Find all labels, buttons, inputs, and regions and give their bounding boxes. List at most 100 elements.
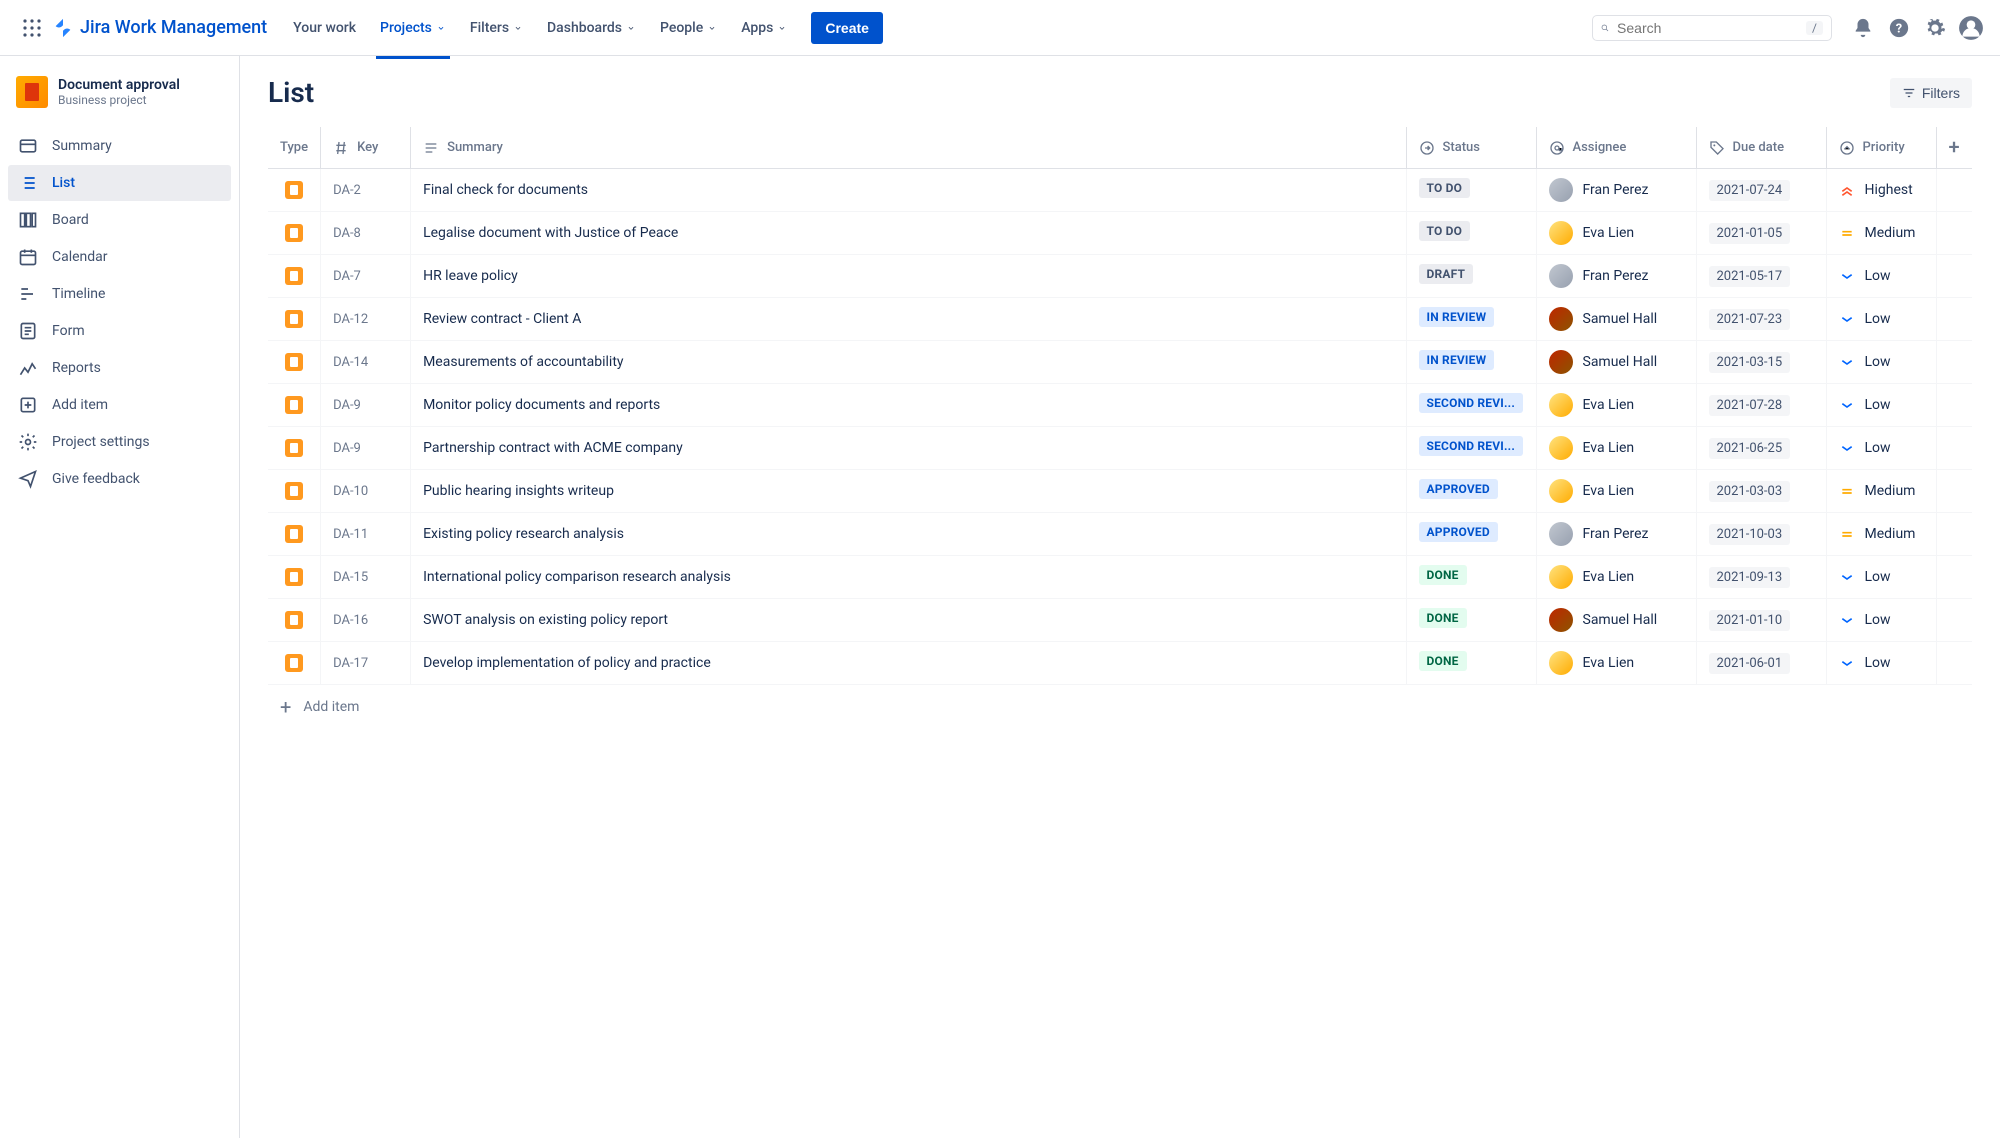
cell-type[interactable] (268, 341, 321, 384)
cell-type[interactable] (268, 169, 321, 212)
cell-due-date[interactable]: 2021-01-05 (1696, 212, 1826, 255)
cell-key[interactable]: DA-8 (321, 212, 411, 255)
cell-type[interactable] (268, 470, 321, 513)
sidebar-item-board[interactable]: Board (8, 202, 231, 238)
cell-priority[interactable]: Low (1826, 341, 1936, 384)
cell-assignee[interactable]: Samuel Hall (1536, 599, 1696, 642)
cell-key[interactable]: DA-2 (321, 169, 411, 212)
cell-due-date[interactable]: 2021-07-23 (1696, 298, 1826, 341)
cell-status[interactable]: SECOND REVI... (1406, 427, 1536, 470)
cell-key[interactable]: DA-10 (321, 470, 411, 513)
cell-summary[interactable]: Legalise document with Justice of Peace (411, 212, 1406, 255)
cell-priority[interactable]: Highest (1826, 169, 1936, 212)
table-row[interactable]: DA-14 Measurements of accountability IN … (268, 341, 1972, 384)
cell-key[interactable]: DA-7 (321, 255, 411, 298)
cell-assignee[interactable]: Samuel Hall (1536, 341, 1696, 384)
cell-summary[interactable]: Review contract - Client A (411, 298, 1406, 341)
cell-summary[interactable]: International policy comparison research… (411, 556, 1406, 599)
column-summary[interactable]: Summary (411, 127, 1406, 169)
cell-summary[interactable]: HR leave policy (411, 255, 1406, 298)
nav-item-people[interactable]: People (650, 14, 727, 42)
nav-item-filters[interactable]: Filters (460, 14, 533, 42)
cell-status[interactable]: TO DO (1406, 212, 1536, 255)
filters-button[interactable]: Filters (1890, 78, 1972, 108)
table-row[interactable]: DA-7 HR leave policy DRAFT Fran Perez 20… (268, 255, 1972, 298)
cell-priority[interactable]: Medium (1826, 212, 1936, 255)
project-header[interactable]: Document approval Business project (8, 72, 231, 124)
cell-key[interactable]: DA-9 (321, 427, 411, 470)
cell-due-date[interactable]: 2021-06-25 (1696, 427, 1826, 470)
cell-summary[interactable]: Final check for documents (411, 169, 1406, 212)
column-status[interactable]: Status (1406, 127, 1536, 169)
cell-type[interactable] (268, 556, 321, 599)
column-type[interactable]: Type (268, 127, 321, 169)
cell-assignee[interactable]: Eva Lien (1536, 427, 1696, 470)
cell-type[interactable] (268, 513, 321, 556)
cell-summary[interactable]: Develop implementation of policy and pra… (411, 642, 1406, 685)
column-key[interactable]: Key (321, 127, 411, 169)
cell-assignee[interactable]: Eva Lien (1536, 642, 1696, 685)
cell-type[interactable] (268, 384, 321, 427)
cell-summary[interactable]: Public hearing insights writeup (411, 470, 1406, 513)
cell-key[interactable]: DA-16 (321, 599, 411, 642)
cell-key[interactable]: DA-15 (321, 556, 411, 599)
cell-assignee[interactable]: Eva Lien (1536, 556, 1696, 599)
nav-item-your-work[interactable]: Your work (283, 14, 366, 42)
table-row[interactable]: DA-9 Partnership contract with ACME comp… (268, 427, 1972, 470)
cell-type[interactable] (268, 642, 321, 685)
cell-summary[interactable]: Monitor policy documents and reports (411, 384, 1406, 427)
cell-priority[interactable]: Low (1826, 642, 1936, 685)
notifications-icon[interactable] (1850, 15, 1876, 41)
cell-priority[interactable]: Low (1826, 556, 1936, 599)
nav-item-projects[interactable]: Projects (370, 14, 456, 42)
table-row[interactable]: DA-9 Monitor policy documents and report… (268, 384, 1972, 427)
cell-due-date[interactable]: 2021-03-15 (1696, 341, 1826, 384)
cell-due-date[interactable]: 2021-09-13 (1696, 556, 1826, 599)
cell-status[interactable]: TO DO (1406, 169, 1536, 212)
cell-status[interactable]: DONE (1406, 556, 1536, 599)
sidebar-item-give-feedback[interactable]: Give feedback (8, 461, 231, 497)
cell-key[interactable]: DA-17 (321, 642, 411, 685)
cell-priority[interactable]: Low (1826, 255, 1936, 298)
table-row[interactable]: DA-8 Legalise document with Justice of P… (268, 212, 1972, 255)
help-icon[interactable]: ? (1886, 15, 1912, 41)
cell-priority[interactable]: Medium (1826, 513, 1936, 556)
table-row[interactable]: DA-11 Existing policy research analysis … (268, 513, 1972, 556)
cell-due-date[interactable]: 2021-06-01 (1696, 642, 1826, 685)
table-row[interactable]: DA-2 Final check for documents TO DO Fra… (268, 169, 1972, 212)
cell-summary[interactable]: SWOT analysis on existing policy report (411, 599, 1406, 642)
cell-due-date[interactable]: 2021-03-03 (1696, 470, 1826, 513)
table-row[interactable]: DA-16 SWOT analysis on existing policy r… (268, 599, 1972, 642)
cell-key[interactable]: DA-11 (321, 513, 411, 556)
cell-due-date[interactable]: 2021-07-24 (1696, 169, 1826, 212)
cell-type[interactable] (268, 298, 321, 341)
cell-due-date[interactable]: 2021-01-10 (1696, 599, 1826, 642)
cell-status[interactable]: DONE (1406, 642, 1536, 685)
cell-status[interactable]: IN REVIEW (1406, 341, 1536, 384)
column-due-date[interactable]: Due date (1696, 127, 1826, 169)
cell-assignee[interactable]: Fran Perez (1536, 169, 1696, 212)
cell-due-date[interactable]: 2021-05-17 (1696, 255, 1826, 298)
table-row[interactable]: DA-15 International policy comparison re… (268, 556, 1972, 599)
cell-assignee[interactable]: Eva Lien (1536, 384, 1696, 427)
cell-priority[interactable]: Low (1826, 298, 1936, 341)
column-priority[interactable]: Priority (1826, 127, 1936, 169)
cell-type[interactable] (268, 427, 321, 470)
sidebar-item-summary[interactable]: Summary (8, 128, 231, 164)
add-item-row[interactable]: + Add item (268, 685, 1972, 729)
cell-summary[interactable]: Existing policy research analysis (411, 513, 1406, 556)
column-assignee[interactable]: Assignee (1536, 127, 1696, 169)
cell-status[interactable]: IN REVIEW (1406, 298, 1536, 341)
search-input[interactable] (1617, 20, 1798, 36)
cell-status[interactable]: APPROVED (1406, 470, 1536, 513)
cell-status[interactable]: DRAFT (1406, 255, 1536, 298)
cell-assignee[interactable]: Fran Perez (1536, 513, 1696, 556)
profile-icon[interactable] (1958, 15, 1984, 41)
settings-icon[interactable] (1922, 15, 1948, 41)
cell-assignee[interactable]: Eva Lien (1536, 212, 1696, 255)
cell-priority[interactable]: Low (1826, 599, 1936, 642)
sidebar-item-reports[interactable]: Reports (8, 350, 231, 386)
cell-status[interactable]: DONE (1406, 599, 1536, 642)
cell-summary[interactable]: Measurements of accountability (411, 341, 1406, 384)
cell-priority[interactable]: Low (1826, 384, 1936, 427)
